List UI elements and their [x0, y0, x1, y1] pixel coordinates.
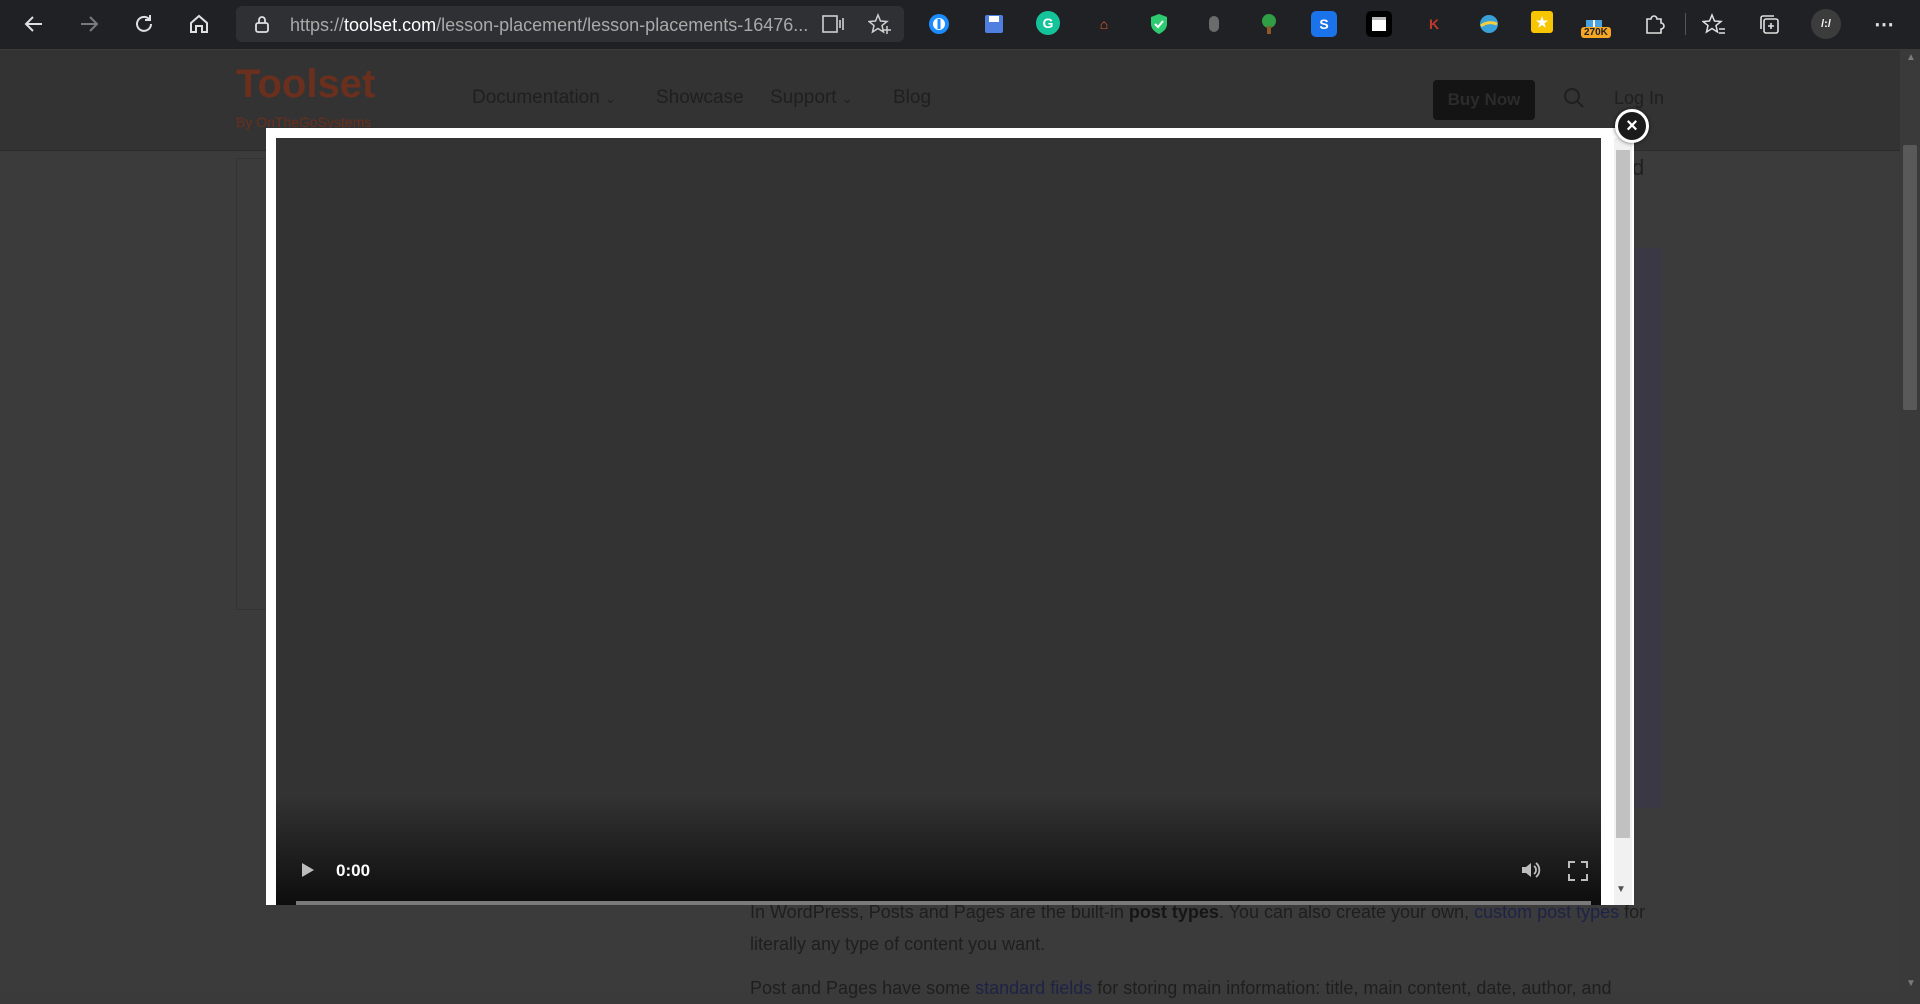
collections-button[interactable]: [1756, 11, 1782, 37]
home-icon: [190, 14, 208, 33]
video-player[interactable]: 0:00: [276, 138, 1601, 905]
volume-icon[interactable]: [1519, 858, 1543, 882]
url-host: toolset.com: [344, 15, 437, 35]
mouse-extension-icon[interactable]: [1201, 11, 1227, 37]
globe-extension-icon[interactable]: [1476, 11, 1502, 37]
site-logo[interactable]: Toolset: [236, 62, 375, 107]
extensions-button[interactable]: [1641, 11, 1667, 37]
k-letter-icon: K: [1428, 16, 1440, 32]
paragraph-text: for: [1619, 902, 1646, 922]
profile-icon: /:/: [1821, 18, 1831, 30]
collections-icon: [1760, 15, 1779, 34]
grammarly-extension-icon[interactable]: G: [1036, 11, 1060, 35]
nav-blog[interactable]: Blog: [893, 87, 931, 109]
paragraph-line-2: literally any type of content you want.: [750, 934, 1046, 954]
shield-icon: [1151, 14, 1167, 34]
nav-support[interactable]: Support ⌄: [770, 87, 853, 109]
paragraph-line-3: Post and Pages have some standard fields…: [750, 972, 1612, 1004]
onepassword-icon: [929, 14, 949, 34]
star-extension-icon[interactable]: ★: [1531, 11, 1553, 33]
tree-extension-icon[interactable]: [1256, 11, 1282, 37]
profile-avatar[interactable]: /:/: [1811, 9, 1841, 39]
url-text: https://toolset.com/lesson-placement/les…: [290, 15, 808, 36]
chevron-down-icon: ⌄: [605, 91, 616, 106]
chevron-down-icon: ⌄: [841, 91, 853, 106]
back-button[interactable]: [18, 8, 50, 40]
favorites-button[interactable]: [1701, 11, 1727, 37]
read-aloud-icon[interactable]: [822, 14, 844, 34]
tree-icon: [1262, 14, 1276, 34]
s-extension-icon[interactable]: S: [1311, 11, 1337, 37]
tampermonkey-extension-icon[interactable]: ⌂: [1091, 11, 1117, 37]
clapper-extension-icon[interactable]: [1366, 11, 1392, 37]
video-controls-bar: [276, 795, 1601, 905]
shield-extension-icon[interactable]: [1146, 11, 1172, 37]
buy-now-button[interactable]: Buy Now: [1433, 80, 1535, 120]
login-link[interactable]: Log In: [1614, 88, 1664, 109]
nav-support-label: Support: [770, 87, 837, 108]
mouse-icon: [1209, 16, 1219, 32]
fullscreen-icon[interactable]: [1567, 860, 1589, 882]
floppy-disk-icon: [985, 15, 1003, 33]
add-favorite-icon[interactable]: [868, 13, 892, 35]
logo-text: Toolset: [236, 62, 376, 106]
bold-post-types: post types: [1128, 902, 1219, 922]
page-scrollbar-thumb[interactable]: [1903, 145, 1917, 410]
close-icon: ×: [1626, 114, 1638, 137]
search-icon[interactable]: [1563, 87, 1585, 109]
extension-badge: 270K: [1581, 27, 1611, 38]
refresh-button[interactable]: [128, 8, 160, 40]
paragraph-text: Post and Pages have some: [750, 978, 976, 998]
more-dots-icon: ⋯: [1874, 13, 1894, 36]
tamper-icon: ⌂: [1099, 16, 1109, 32]
play-icon[interactable]: [296, 859, 318, 881]
globe-icon: [1480, 15, 1498, 33]
custom-post-types-link[interactable]: custom post types: [1474, 902, 1619, 922]
video-time: 0:00: [336, 861, 371, 880]
close-button[interactable]: ×: [1615, 109, 1649, 143]
k-extension-icon[interactable]: K: [1421, 11, 1447, 37]
scroll-down-arrow-icon[interactable]: ▼: [1906, 978, 1916, 989]
paragraph-text: In WordPress, Posts and Pages are the bu…: [750, 902, 1129, 922]
forward-button[interactable]: [73, 8, 105, 40]
toolbar-separator: [1685, 13, 1686, 35]
nav-documentation[interactable]: Documentation ⌄: [472, 87, 616, 109]
paragraph-text: for storing main information: title, mai…: [1092, 978, 1612, 998]
modal-scroll-down-arrow-icon[interactable]: ▼: [1616, 884, 1626, 895]
star-icon: ★: [1535, 13, 1549, 30]
lock-icon: [255, 16, 269, 33]
grammarly-g-icon: G: [1042, 15, 1054, 31]
menu-button[interactable]: ⋯: [1871, 11, 1897, 37]
home-button[interactable]: [183, 8, 215, 40]
back-arrow-icon: [24, 16, 42, 32]
refresh-icon: [136, 15, 152, 32]
save-extension-icon[interactable]: [981, 11, 1007, 37]
nav-documentation-label: Documentation: [472, 87, 600, 108]
forward-arrow-icon: [81, 16, 99, 32]
clapperboard-icon: [1372, 17, 1386, 31]
address-bar[interactable]: https://toolset.com/lesson-placement/les…: [236, 6, 904, 42]
url-path: /lesson-placement/lesson-placements-1647…: [436, 15, 809, 35]
paragraph-text: . You can also create your own,: [1218, 902, 1475, 922]
nav-showcase[interactable]: Showcase: [656, 87, 744, 109]
browser-toolbar: https://toolset.com/lesson-placement/les…: [0, 0, 1920, 50]
modal-scrollbar-thumb[interactable]: [1616, 150, 1630, 838]
scroll-up-arrow-icon[interactable]: ▲: [1906, 52, 1916, 63]
password-manager-extension-icon[interactable]: [926, 11, 952, 37]
puzzle-icon: [1646, 15, 1665, 34]
favorites-star-icon: [1702, 13, 1725, 34]
standard-fields-link[interactable]: standard fields: [975, 978, 1092, 998]
url-prefix: https://: [290, 15, 345, 35]
video-progress-bar[interactable]: [296, 901, 1591, 905]
s-letter-icon: S: [1319, 16, 1329, 32]
